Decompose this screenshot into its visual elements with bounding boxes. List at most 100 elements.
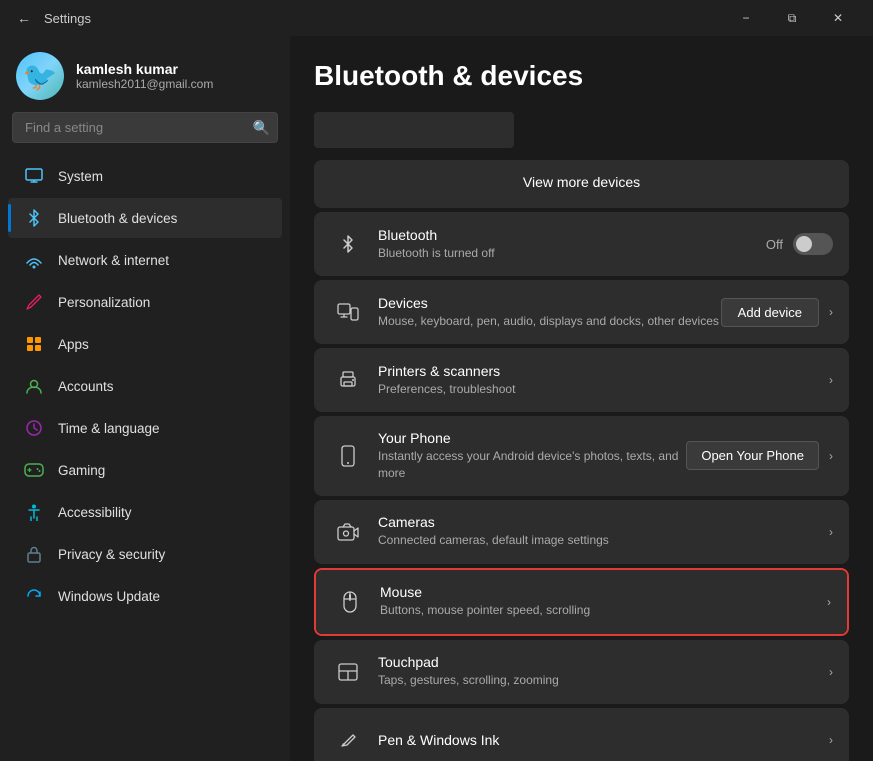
devices-card: Devices Mouse, keyboard, pen, audio, dis…	[314, 280, 849, 344]
network-icon	[24, 250, 44, 270]
maximize-button[interactable]: ⧉	[769, 0, 815, 36]
sidebar-item-bluetooth[interactable]: Bluetooth & devices	[8, 198, 282, 238]
mouse-card-highlighted: Mouse Buttons, mouse pointer speed, scro…	[314, 568, 849, 636]
sidebar-item-accounts[interactable]: Accounts	[8, 366, 282, 406]
time-icon	[24, 418, 44, 438]
open-phone-button[interactable]: Open Your Phone	[686, 441, 819, 470]
devices-right: Add device ›	[721, 298, 833, 327]
cameras-title: Cameras	[378, 514, 829, 530]
sidebar-item-system[interactable]: System	[8, 156, 282, 196]
printers-title: Printers & scanners	[378, 363, 829, 379]
sidebar-item-update[interactable]: Windows Update	[8, 576, 282, 616]
sidebar-item-gaming[interactable]: Gaming	[8, 450, 282, 490]
avatar-image: 🐦	[16, 52, 64, 100]
cameras-subtitle: Connected cameras, default image setting…	[378, 532, 829, 549]
content-area: Bluetooth & devices View more devices Bl…	[290, 36, 873, 761]
devices-row-text: Devices Mouse, keyboard, pen, audio, dis…	[378, 295, 721, 330]
content-search-bar[interactable]	[314, 112, 514, 148]
touchpad-row-text: Touchpad Taps, gestures, scrolling, zoom…	[378, 654, 829, 689]
cameras-card: Cameras Connected cameras, default image…	[314, 500, 849, 564]
back-button[interactable]: ←	[12, 6, 36, 30]
phone-chevron: ›	[829, 449, 833, 463]
sidebar-label-time: Time & language	[58, 421, 160, 436]
touchpad-card: Touchpad Taps, gestures, scrolling, zoom…	[314, 640, 849, 704]
mouse-row[interactable]: Mouse Buttons, mouse pointer speed, scro…	[316, 570, 847, 634]
bluetooth-row[interactable]: Bluetooth Bluetooth is turned off Off	[314, 212, 849, 276]
touchpad-title: Touchpad	[378, 654, 829, 670]
user-profile[interactable]: 🐦 kamlesh kumar kamlesh2011@gmail.com	[0, 36, 290, 112]
bluetooth-toggle-area: Off	[766, 233, 833, 255]
touchpad-row[interactable]: Touchpad Taps, gestures, scrolling, zoom…	[314, 640, 849, 704]
bluetooth-icon	[24, 208, 44, 228]
printers-row[interactable]: Printers & scanners Preferences, trouble…	[314, 348, 849, 412]
sidebar-label-accessibility: Accessibility	[58, 505, 132, 520]
page-title: Bluetooth & devices	[314, 60, 849, 92]
user-name: kamlesh kumar	[76, 61, 213, 77]
mouse-chevron: ›	[827, 595, 831, 609]
pen-title: Pen & Windows Ink	[378, 732, 829, 748]
printers-row-text: Printers & scanners Preferences, trouble…	[378, 363, 829, 398]
system-icon	[24, 166, 44, 186]
touchpad-row-icon	[330, 654, 366, 690]
cameras-right: ›	[829, 525, 833, 539]
mouse-subtitle: Buttons, mouse pointer speed, scrolling	[380, 602, 827, 619]
devices-title: Devices	[378, 295, 721, 311]
pen-row[interactable]: Pen & Windows Ink ›	[314, 708, 849, 761]
sidebar-item-apps[interactable]: Apps	[8, 324, 282, 364]
main-content: 🐦 kamlesh kumar kamlesh2011@gmail.com 🔍 …	[0, 36, 873, 761]
bluetooth-title: Bluetooth	[378, 227, 766, 243]
user-email: kamlesh2011@gmail.com	[76, 77, 213, 91]
toggle-off-label: Off	[766, 237, 783, 252]
sidebar-label-network: Network & internet	[58, 253, 169, 268]
cameras-row-text: Cameras Connected cameras, default image…	[378, 514, 829, 549]
pen-chevron: ›	[829, 733, 833, 747]
printers-card: Printers & scanners Preferences, trouble…	[314, 348, 849, 412]
sidebar-label-apps: Apps	[58, 337, 89, 352]
sidebar-label-update: Windows Update	[58, 589, 160, 604]
sidebar-item-privacy[interactable]: Privacy & security	[8, 534, 282, 574]
mouse-row-icon	[332, 584, 368, 620]
apps-icon	[24, 334, 44, 354]
add-device-button[interactable]: Add device	[721, 298, 819, 327]
titlebar: ← Settings − ⧉ ✕	[0, 0, 873, 36]
view-more-button[interactable]: View more devices	[314, 160, 849, 204]
sidebar-item-network[interactable]: Network & internet	[8, 240, 282, 280]
touchpad-right: ›	[829, 665, 833, 679]
phone-right: Open Your Phone ›	[686, 441, 833, 470]
close-button[interactable]: ✕	[815, 0, 861, 36]
bluetooth-row-text: Bluetooth Bluetooth is turned off	[378, 227, 766, 262]
minimize-button[interactable]: −	[723, 0, 769, 36]
touchpad-subtitle: Taps, gestures, scrolling, zooming	[378, 672, 829, 689]
printers-chevron: ›	[829, 373, 833, 387]
phone-row[interactable]: Your Phone Instantly access your Android…	[314, 416, 849, 496]
sidebar-item-accessibility[interactable]: Accessibility	[8, 492, 282, 532]
bluetooth-toggle[interactable]	[793, 233, 833, 255]
search-box[interactable]: 🔍	[12, 112, 278, 143]
sidebar-item-time[interactable]: Time & language	[8, 408, 282, 448]
accessibility-icon	[24, 502, 44, 522]
sidebar-label-privacy: Privacy & security	[58, 547, 165, 562]
devices-row[interactable]: Devices Mouse, keyboard, pen, audio, dis…	[314, 280, 849, 344]
cameras-chevron: ›	[829, 525, 833, 539]
pen-right: ›	[829, 733, 833, 747]
mouse-right: ›	[827, 595, 831, 609]
search-input[interactable]	[12, 112, 278, 143]
pen-card: Pen & Windows Ink ›	[314, 708, 849, 761]
bluetooth-card: Bluetooth Bluetooth is turned off Off	[314, 212, 849, 276]
touchpad-chevron: ›	[829, 665, 833, 679]
search-icon: 🔍	[253, 119, 270, 136]
bluetooth-subtitle: Bluetooth is turned off	[378, 245, 766, 262]
view-more-card: View more devices	[314, 160, 849, 208]
titlebar-title: Settings	[44, 11, 723, 26]
devices-chevron: ›	[829, 305, 833, 319]
sidebar-label-system: System	[58, 169, 103, 184]
cameras-row[interactable]: Cameras Connected cameras, default image…	[314, 500, 849, 564]
pen-row-text: Pen & Windows Ink	[378, 732, 829, 748]
sidebar: 🐦 kamlesh kumar kamlesh2011@gmail.com 🔍 …	[0, 36, 290, 761]
sidebar-item-personalization[interactable]: Personalization	[8, 282, 282, 322]
phone-row-icon	[330, 438, 366, 474]
devices-row-icon	[330, 294, 366, 330]
pen-row-icon	[330, 722, 366, 758]
mouse-title: Mouse	[380, 584, 827, 600]
mouse-row-text: Mouse Buttons, mouse pointer speed, scro…	[380, 584, 827, 619]
